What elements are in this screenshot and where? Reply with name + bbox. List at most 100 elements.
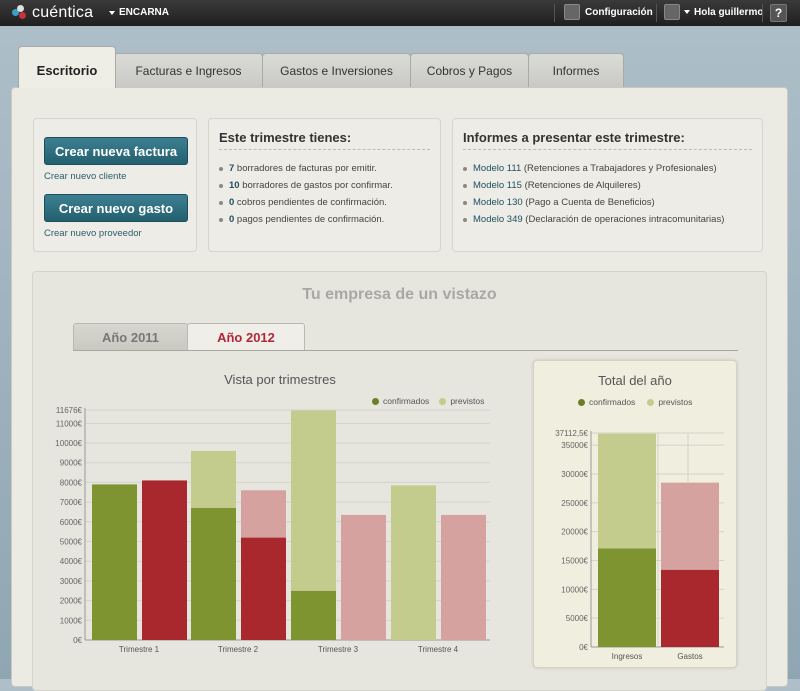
logo[interactable]: cuéntica <box>12 3 93 23</box>
logo-text: cuéntica <box>32 4 94 21</box>
chevron-down-icon <box>109 10 115 15</box>
bar <box>598 433 656 549</box>
y-tick-label: 25000€ <box>561 499 588 508</box>
item-text: borradores de facturas por emitir. <box>234 163 377 174</box>
bar <box>291 590 336 640</box>
item-text: (Pago a Cuenta de Beneficios) <box>522 197 655 208</box>
legend-label: confirmados <box>589 397 636 407</box>
quarterly-chart: 0€ 1000€ 2000€ 3000€ 4000€ 5000€ 6000€ 7000€ 800… <box>55 406 490 654</box>
new-expense-button[interactable]: Crear nuevo gasto <box>44 194 188 222</box>
tab-escritorio[interactable]: Escritorio <box>18 46 116 88</box>
chevron-down-icon <box>684 10 690 14</box>
model-name: Modelo 349 <box>473 214 523 225</box>
bar <box>191 450 236 509</box>
legend-swatch <box>647 398 655 406</box>
y-tick-label: 35000€ <box>561 441 588 450</box>
company-selector[interactable]: ENCARNA <box>109 7 169 18</box>
y-tick-label: 3000€ <box>60 577 83 586</box>
y-tick-label: 0€ <box>579 643 588 652</box>
avatar-icon <box>664 4 680 20</box>
y-tick-label: 10000€ <box>55 439 82 448</box>
bar <box>92 484 137 640</box>
list-item[interactable]: Modelo 130 (Pago a Cuenta de Beneficios) <box>463 197 724 214</box>
item-text: cobros pendientes de confirmación. <box>234 197 387 208</box>
quarter-list: 7 borradores de facturas por emitir. 10 … <box>219 163 393 231</box>
list-item[interactable]: 7 borradores de facturas por emitir. <box>219 163 393 180</box>
legend-total: confirmados previstos <box>578 397 692 407</box>
user-label: Hola guillermo <box>694 6 764 18</box>
y-tick-label: 10000€ <box>561 585 588 594</box>
divider <box>463 149 752 150</box>
divider <box>656 4 657 22</box>
y-tick-label: 9000€ <box>60 459 83 468</box>
legend-label: previstos <box>658 397 693 407</box>
item-text: (Declaración de operaciones intracomunit… <box>522 214 725 225</box>
overview-title: Tu empresa de un vistazo <box>302 286 497 303</box>
x-tick-label: Trimestre 3 <box>318 645 359 654</box>
divider <box>219 149 430 150</box>
y-tick-label: 11676€ <box>56 406 83 415</box>
list-item[interactable]: 0 cobros pendientes de confirmación. <box>219 197 393 214</box>
item-text: pagos pendientes de confirmación. <box>234 214 385 225</box>
reports-title: Informes a presentar este trimestre: <box>463 130 685 145</box>
x-tick-label: Trimestre 4 <box>418 645 459 654</box>
tab-cobros[interactable]: Cobros y Pagos <box>410 53 529 87</box>
chart-title-quarters: Vista por trimestres <box>224 372 336 387</box>
y-tick-label: 7000€ <box>60 498 83 507</box>
legend-swatch <box>578 398 585 406</box>
count: 10 <box>229 180 240 191</box>
x-tick-label: Trimestre 1 <box>119 645 160 654</box>
bar <box>241 490 286 538</box>
company-name: ENCARNA <box>119 7 169 18</box>
new-client-link[interactable]: Crear nuevo cliente <box>44 171 126 182</box>
bar <box>142 480 187 640</box>
bar <box>391 485 436 640</box>
y-tick-label: 20000€ <box>561 528 588 537</box>
x-tick-label: Trimestre 2 <box>218 645 259 654</box>
bar <box>291 410 336 591</box>
tab-gastos[interactable]: Gastos e Inversiones <box>262 53 411 87</box>
tab-facturas[interactable]: Facturas e Ingresos <box>114 53 263 87</box>
tab-informes[interactable]: Informes <box>528 53 624 87</box>
y-tick-label: 1000€ <box>60 616 83 625</box>
list-item[interactable]: Modelo 115 (Retenciones de Alquileres) <box>463 180 724 197</box>
reports-list: Modelo 111 (Retenciones a Trabajadores y… <box>463 163 724 231</box>
divider <box>762 4 763 22</box>
y-tick-label: 11000€ <box>56 419 83 428</box>
bar <box>661 569 719 647</box>
list-item[interactable]: 10 borradores de gastos por confirmar. <box>219 180 393 197</box>
item-text: (Retenciones de Alquileres) <box>521 180 641 191</box>
help-button[interactable]: ? <box>770 4 787 22</box>
y-tick-label: 5000€ <box>566 614 589 623</box>
y-tick-label: 5000€ <box>60 538 83 547</box>
list-item[interactable]: 0 pagos pendientes de confirmación. <box>219 214 393 231</box>
bar <box>661 482 719 570</box>
y-tick-label: 15000€ <box>561 557 588 566</box>
user-menu[interactable]: Hola guillermo <box>664 4 763 20</box>
bar <box>598 548 656 647</box>
bar <box>441 514 486 640</box>
tab-year-2012[interactable]: Año 2012 <box>187 323 305 351</box>
x-tick-label: Gastos <box>677 652 702 661</box>
y-tick-label: 30000€ <box>561 470 588 479</box>
y-tick-label: 4000€ <box>60 557 83 566</box>
list-item[interactable]: Modelo 111 (Retenciones a Trabajadores y… <box>463 163 724 180</box>
tab-year-2011[interactable]: Año 2011 <box>73 323 188 351</box>
quick-actions-box: Crear nueva factura Crear nuevo cliente … <box>33 118 197 252</box>
y-tick-label: 2000€ <box>60 597 83 606</box>
chart-title-total: Total del año <box>598 373 672 388</box>
new-invoice-button[interactable]: Crear nueva factura <box>44 137 188 165</box>
y-tick-label: 8000€ <box>60 478 83 487</box>
config-link[interactable]: Configuración <box>564 4 653 20</box>
annual-chart: 0€ 5000€ 10000€ 15000€ 20000€ 25000€ 30000€ 350… <box>555 429 724 661</box>
new-supplier-link[interactable]: Crear nuevo proveedor <box>44 228 142 239</box>
reports-box: Informes a presentar este trimestre: Mod… <box>452 118 763 252</box>
divider <box>554 4 555 22</box>
bar <box>191 508 236 640</box>
y-tick-label: 6000€ <box>60 518 83 527</box>
x-tick-label: Ingresos <box>612 652 643 661</box>
annual-total-box: Total del año confirmados previstos 0€ 50… <box>533 360 737 668</box>
top-bar: cuéntica ENCARNA Configuración Hola guil… <box>0 0 800 26</box>
divider <box>73 350 738 351</box>
list-item[interactable]: Modelo 349 (Declaración de operaciones i… <box>463 214 724 231</box>
